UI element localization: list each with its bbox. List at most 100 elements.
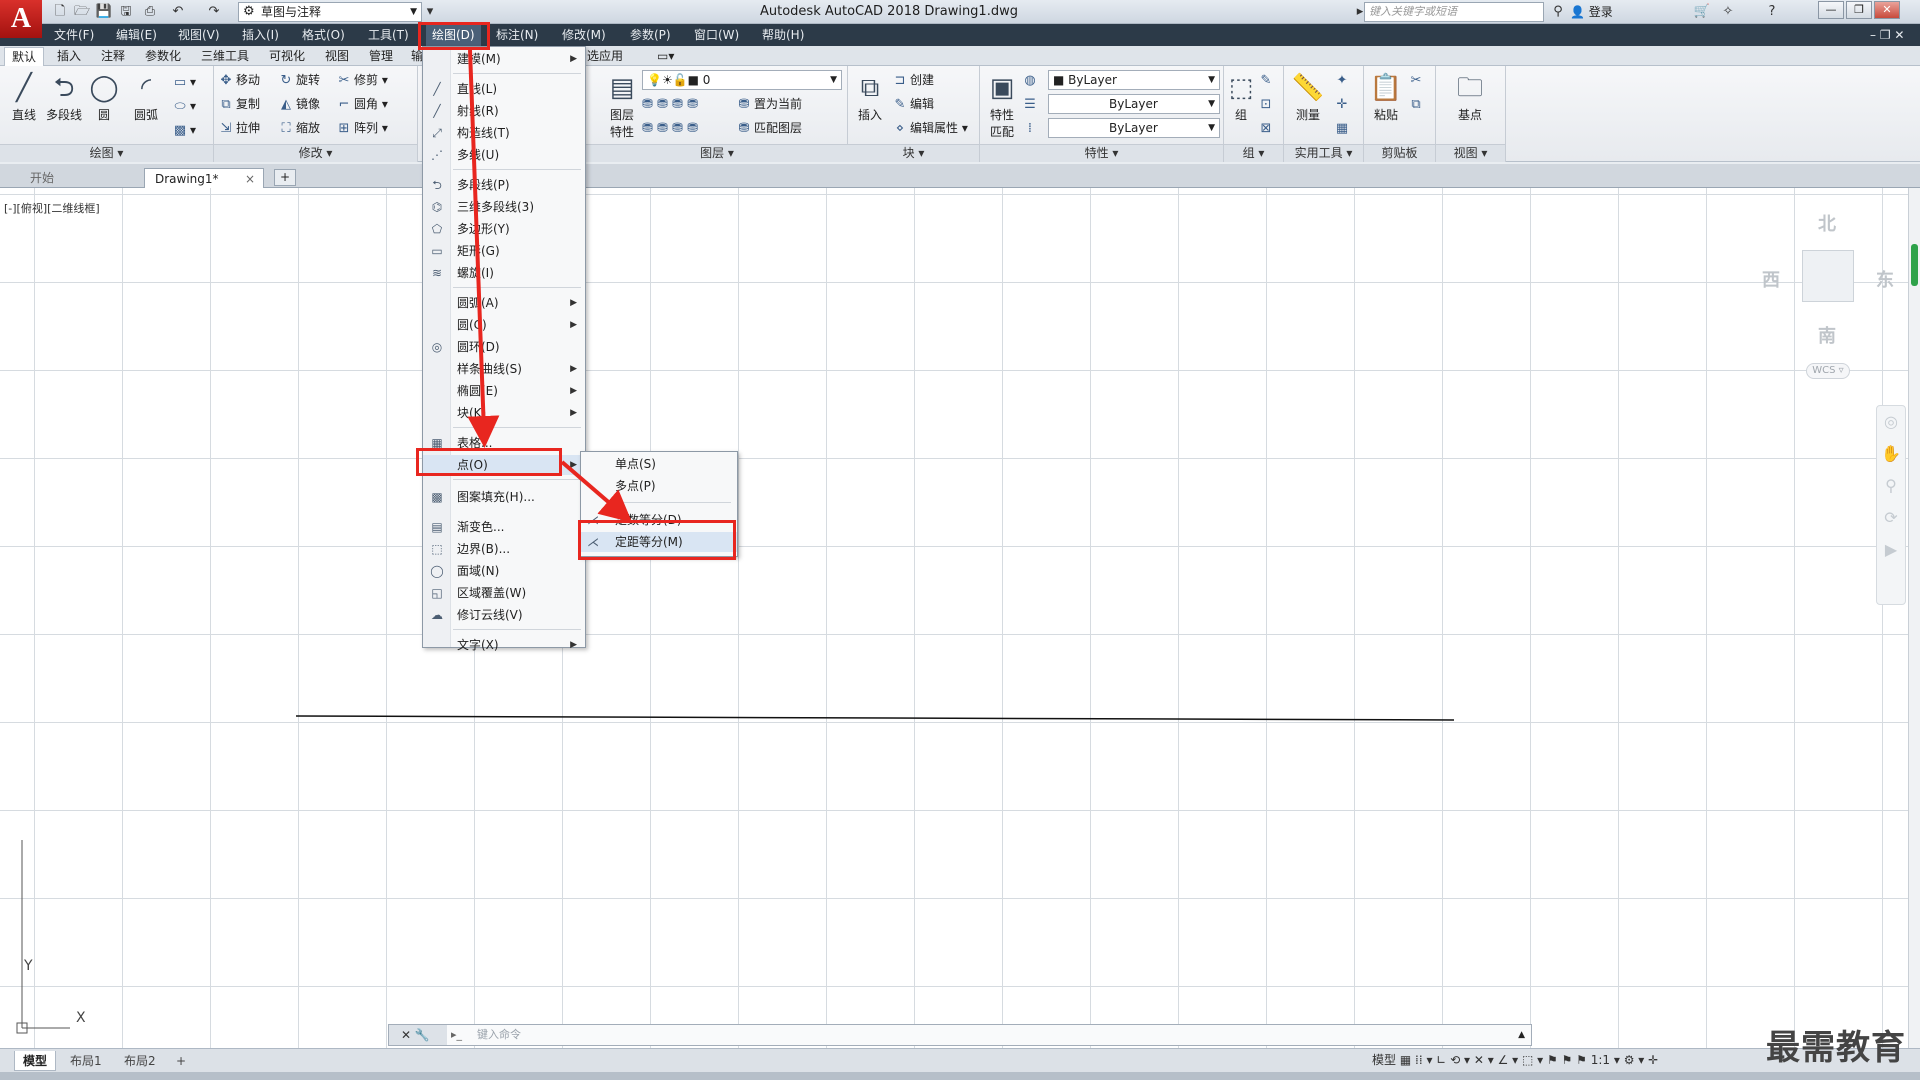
point-id-tool[interactable]: ✛ (1334, 94, 1352, 114)
draw-menu-item[interactable]: ▤ 渐变色... (423, 517, 585, 537)
tab-layout2[interactable]: 布局2 (116, 1051, 164, 1071)
mdi-controls[interactable]: – ❐ ✕ (1864, 24, 1910, 46)
snap-icon[interactable]: ⁞⁞ ▾ (1415, 1053, 1436, 1067)
layer-tools-row2[interactable]: ⛃ ⛃ ⛃ ⛃ (642, 118, 698, 138)
help-icon[interactable]: ? (1762, 3, 1782, 21)
rectangle-tool[interactable]: ▭ ▾ (172, 72, 196, 92)
measure-tool[interactable]: 📏 测量 (1288, 70, 1328, 123)
paste-tool[interactable]: 📋 粘贴 (1366, 70, 1406, 123)
draw-menu-item[interactable]: ≋ 螺旋(I) (423, 263, 585, 283)
draw-menu-item[interactable]: 点(O) ▶ (423, 455, 585, 475)
match-layer-tool[interactable]: ⛃ 匹配图层 (736, 118, 802, 138)
orbit-icon[interactable]: ⟳ (1877, 502, 1905, 534)
command-prompt-icon[interactable]: ▸_ (451, 1025, 462, 1045)
group-tool[interactable]: ⬚ 组 (1226, 70, 1256, 123)
otrack-icon[interactable]: ∠ ▾ (1498, 1053, 1522, 1067)
wcs-menu[interactable]: WCS ▿ (1806, 363, 1850, 379)
draw-menu-item[interactable]: ▩ 图案填充(H)... (423, 487, 585, 507)
layer-properties-tool[interactable]: ▤ 图层 特性 (598, 70, 646, 140)
tab-annotate[interactable]: 注释 (94, 47, 132, 66)
point-submenu-item[interactable]: 单点(S) (581, 454, 737, 474)
new-file-icon[interactable]: 🗋 (50, 3, 70, 21)
command-line-controls[interactable]: ✕ 🔧 (389, 1025, 447, 1045)
menu-view[interactable]: 视图(V) (172, 24, 226, 46)
ortho-icon[interactable]: ∟ (1436, 1053, 1450, 1067)
redo-icon[interactable]: ↷ (204, 3, 224, 21)
tab-extra-icon[interactable]: ▭▾ (650, 47, 681, 66)
close-button[interactable]: ✕ (1874, 1, 1900, 19)
point-submenu-item[interactable]: ⋌ 定距等分(M) (581, 532, 737, 552)
color-dropdown[interactable]: ■ ByLayer ▼ (1048, 70, 1220, 90)
hatch-tool[interactable]: ⬭ ▾ (172, 96, 196, 116)
viewcube-north[interactable]: 北 (1818, 210, 1836, 236)
layers-panel-title[interactable]: 图层 ▾ (586, 144, 848, 162)
menu-format[interactable]: 格式(O) (296, 24, 351, 46)
draw-menu-item[interactable]: ╱ 射线(R) (423, 101, 585, 121)
menu-window[interactable]: 窗口(W) (688, 24, 745, 46)
tab-3d-tools[interactable]: 三维工具 (194, 47, 256, 66)
pan-icon[interactable]: ✋ (1877, 438, 1905, 470)
draw-menu-item[interactable]: ☁ 修订云线(V) (423, 605, 585, 625)
array-draw-tool[interactable]: ▩ ▾ (172, 120, 196, 140)
menu-file[interactable]: 文件(F) (48, 24, 100, 46)
draw-menu-item[interactable]: ⋰ 多线(U) (423, 145, 585, 165)
tab-manage[interactable]: 管理 (362, 47, 400, 66)
grid-icon[interactable]: ▦ (1400, 1053, 1415, 1067)
arc-tool[interactable]: ◜ 圆弧 (126, 70, 166, 123)
layer-dropdown[interactable]: 💡☀🔓■ 0 ▼ (642, 70, 842, 90)
set-current-tool[interactable]: ⛃ 置为当前 (736, 94, 802, 114)
workspace-dropdown[interactable]: ⚙ 草图与注释 ▼ (238, 2, 422, 22)
group-select-tool[interactable]: ⊠ (1258, 118, 1276, 138)
add-layout-button[interactable]: + (168, 1051, 194, 1071)
circle-tool[interactable]: ◯ 圆 (84, 70, 124, 123)
tab-parametric[interactable]: 参数化 (138, 47, 188, 66)
stretch-tool[interactable]: ⇲ 拉伸 (218, 118, 260, 138)
selection-cycling-icon[interactable]: ⬚ ▾ (1522, 1053, 1547, 1067)
lineweight-dropdown[interactable]: ByLayer ▼ (1048, 118, 1220, 138)
osnap-icon[interactable]: ✕ ▾ (1474, 1053, 1498, 1067)
tab-view[interactable]: 视图 (318, 47, 356, 66)
properties-panel-title[interactable]: 特性 ▾ (980, 144, 1223, 162)
scale-tool[interactable]: ⛶ 缩放 (278, 118, 320, 138)
block-panel-title[interactable]: 块 ▾ (848, 144, 979, 162)
group-panel-title[interactable]: 组 ▾ (1224, 144, 1283, 162)
menu-modify[interactable]: 修改(M) (556, 24, 612, 46)
tab-model[interactable]: 模型 (14, 1051, 57, 1071)
viewcube-west[interactable]: 西 (1762, 266, 1780, 292)
draw-menu-item[interactable]: ⬠ 多边形(Y) (423, 219, 585, 239)
command-input[interactable]: 键入命令 (477, 1025, 521, 1045)
point-submenu-item[interactable]: 多点(P) (581, 476, 737, 496)
polyline-tool[interactable]: ⮌ 多段线 (42, 70, 86, 123)
mirror-tool[interactable]: ◭ 镜像 (278, 94, 320, 114)
vertical-scrollbar[interactable] (1908, 188, 1920, 1048)
copy-tool[interactable]: ⧉ 复制 (218, 94, 260, 114)
status-model[interactable]: 模型 (1372, 1053, 1396, 1067)
new-tab-button[interactable]: + (274, 169, 296, 186)
annotation-visibility-icon[interactable]: ⚑ ⚑ ⚑ (1547, 1053, 1591, 1067)
draw-menu-item[interactable]: 块(K) ▶ (423, 403, 585, 423)
viewcube-east[interactable]: 东 (1876, 266, 1894, 292)
menu-parametric[interactable]: 参数(P) (624, 24, 677, 46)
viewcube-south[interactable]: 南 (1818, 322, 1836, 348)
exchange-icon[interactable]: ✧ (1718, 3, 1738, 21)
trim-tool[interactable]: ✂ 修剪 ▾ (336, 70, 388, 90)
match-properties-tool[interactable]: ▣ 特性 匹配 (982, 70, 1022, 140)
modify-panel-title[interactable]: 修改 ▾ (214, 144, 417, 162)
save-as-icon[interactable]: 🖫 (116, 3, 136, 21)
line-tool[interactable]: ╱ 直线 (4, 70, 44, 123)
group-edit-tool[interactable]: ✎ (1258, 70, 1276, 90)
draw-panel-title[interactable]: 绘图 ▾ (0, 144, 213, 162)
create-block-tool[interactable]: ⊐ 创建 (892, 70, 934, 90)
menu-tools[interactable]: 工具(T) (362, 24, 415, 46)
tab-home[interactable]: 默认 (4, 47, 45, 66)
draw-menu-item[interactable]: ◎ 圆环(D) (423, 337, 585, 357)
tab-start[interactable]: 开始 (20, 168, 140, 188)
calculator-tool[interactable]: ▦ (1334, 118, 1352, 138)
menu-edit[interactable]: 编辑(E) (110, 24, 163, 46)
zoom-icon[interactable]: ⚲ (1877, 470, 1905, 502)
draw-menu-item[interactable]: ⮌ 多段线(P) (423, 175, 585, 195)
save-icon[interactable]: 💾 (94, 3, 114, 21)
minimize-button[interactable]: — (1818, 1, 1844, 19)
menu-draw[interactable]: 绘图(D) (426, 24, 481, 46)
cart-icon[interactable]: 🛒 (1692, 3, 1712, 21)
